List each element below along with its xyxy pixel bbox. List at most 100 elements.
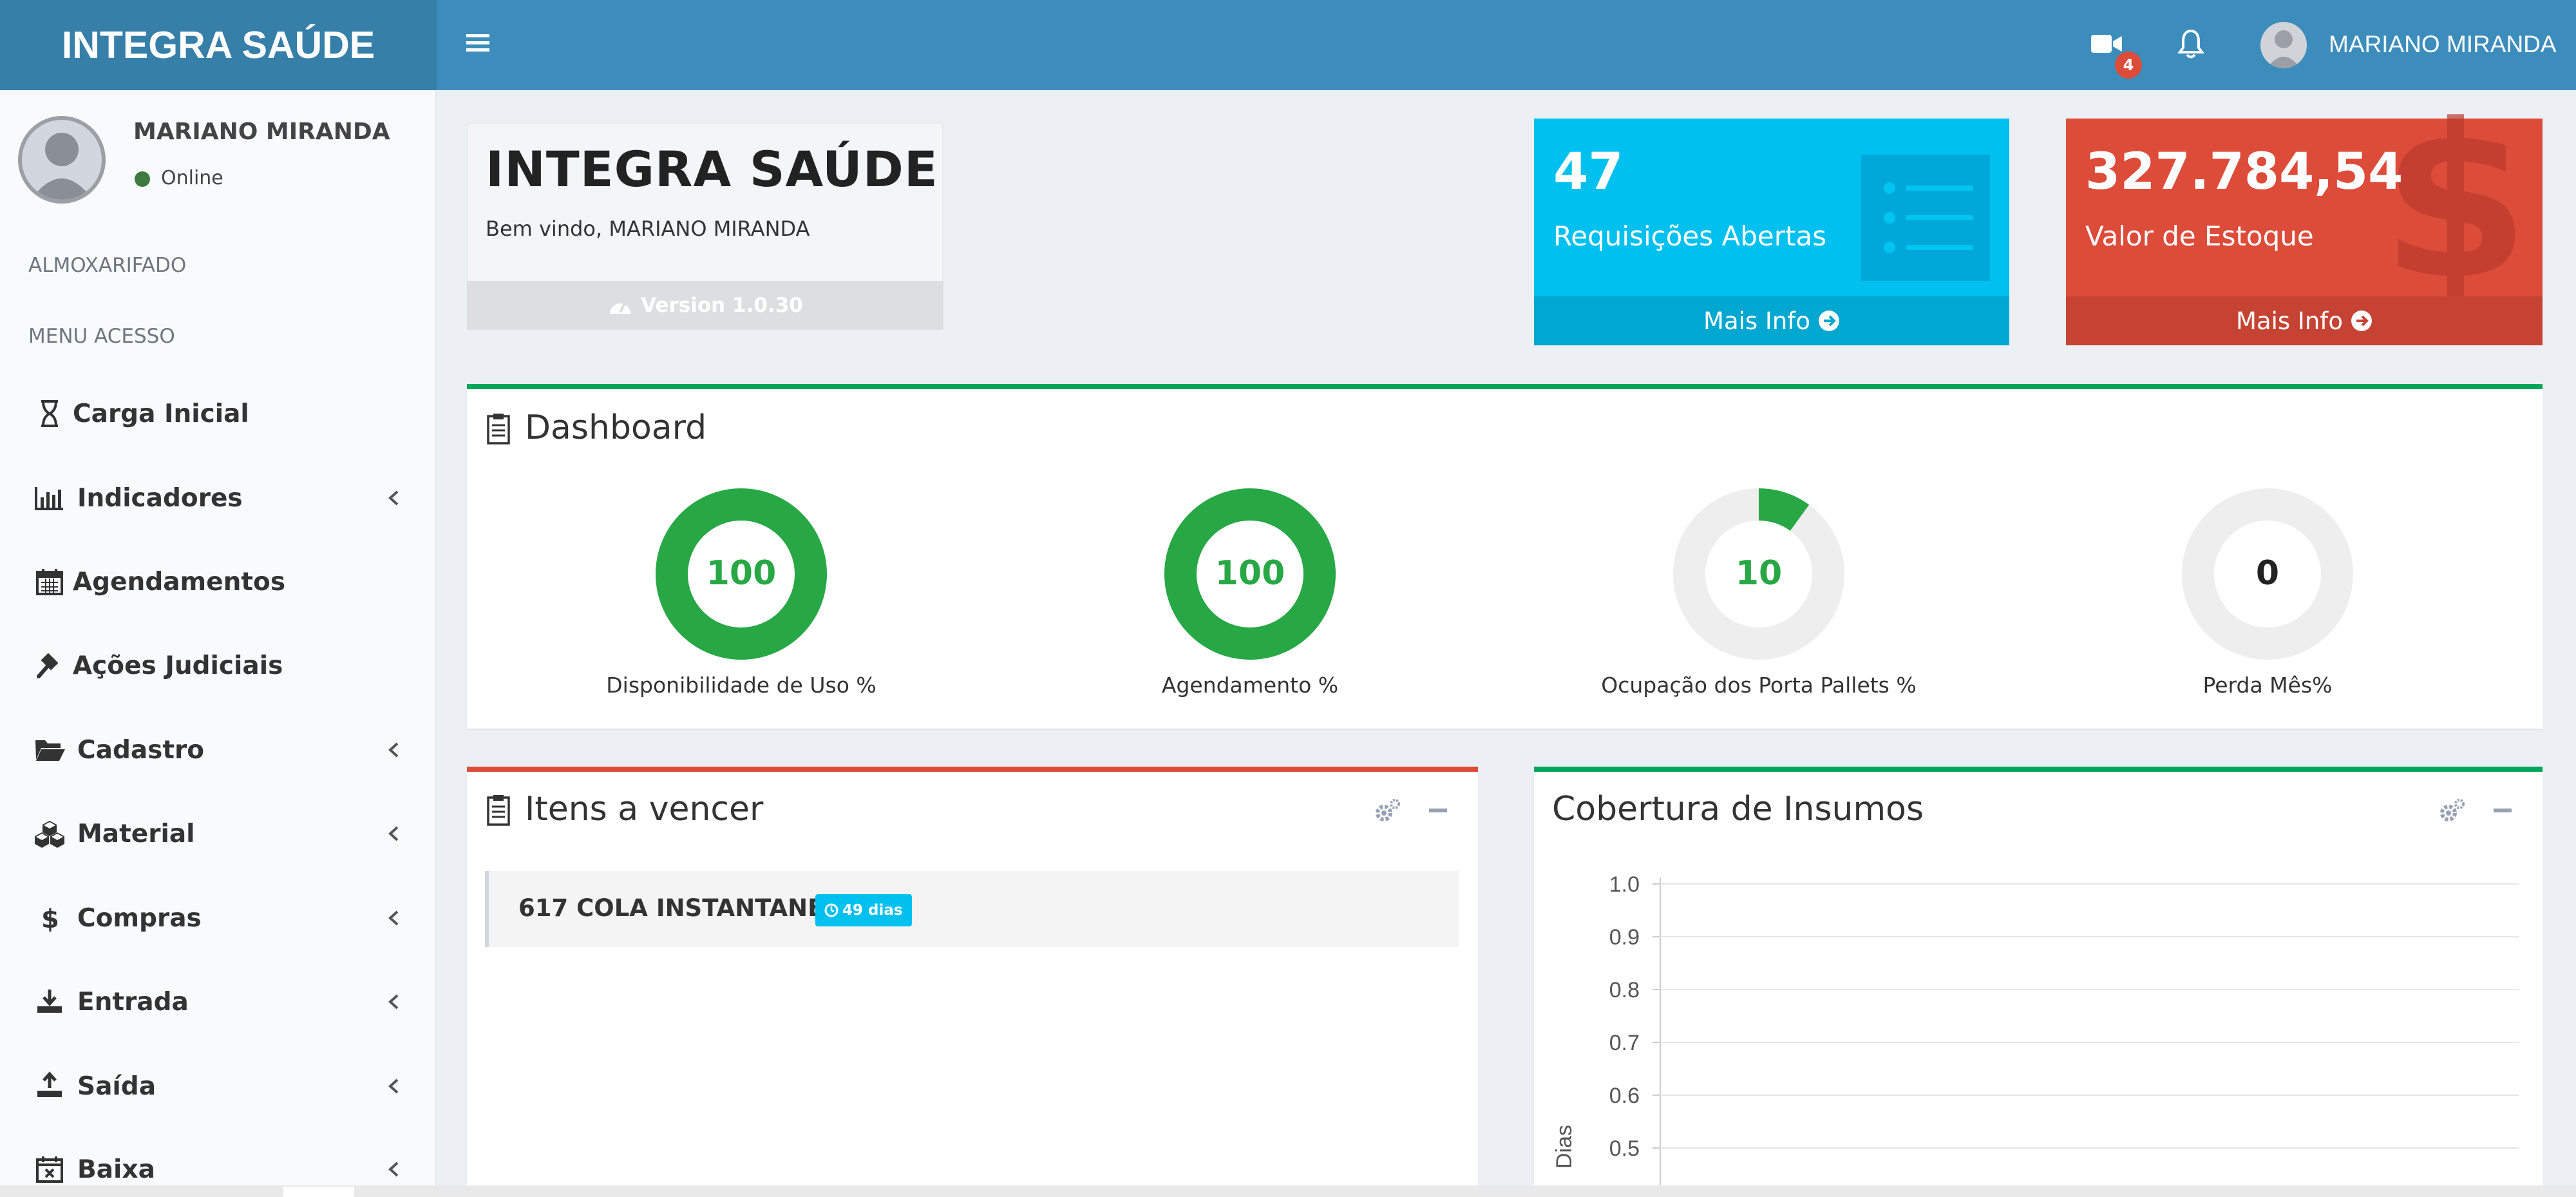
sidebar-item-indicadores[interactable]: Indicadores bbox=[0, 463, 435, 533]
dollar-icon: $ bbox=[33, 903, 66, 933]
gauge-label: Disponibilidade de Uso % bbox=[606, 673, 876, 698]
mais-info-text: Mais Info bbox=[1703, 307, 1810, 335]
itens-vencer-panel bbox=[467, 767, 1478, 1197]
cobertura-title: Cobertura de Insumos bbox=[1552, 790, 1924, 828]
y-tick-label: 0.7 bbox=[1609, 1031, 1640, 1055]
sidebar-avatar bbox=[18, 116, 106, 204]
clock-icon bbox=[824, 903, 838, 917]
sidebar-item-cadastro[interactable]: Cadastro bbox=[0, 714, 435, 785]
version-footer: Version 1.0.30 bbox=[467, 281, 943, 330]
clipboard-icon bbox=[486, 794, 511, 826]
clipboard-icon bbox=[486, 412, 511, 445]
sidebar-item-carga-inicial[interactable]: Carga Inicial bbox=[0, 378, 435, 449]
sidebar-item-agendamentos[interactable]: Agendamentos bbox=[0, 546, 435, 617]
info-box-valor-estoque: $ 327.784,54 Valor de Estoque Mais Info bbox=[2066, 103, 2543, 345]
gauge-label: Agendamento % bbox=[1161, 673, 1339, 698]
chevron-left-icon bbox=[385, 1075, 402, 1097]
folder-open-icon bbox=[33, 735, 66, 765]
bar-chart-icon bbox=[33, 483, 66, 513]
list-icon bbox=[1861, 155, 1990, 281]
gears-icon[interactable] bbox=[2438, 796, 2467, 825]
sidebar-item-label: Entrada bbox=[77, 987, 189, 1017]
y-axis-label: Dias bbox=[1552, 1125, 1577, 1169]
navbar-user-name[interactable]: MARIANO MIRANDA bbox=[2329, 31, 2557, 58]
horizontal-scrollbar[interactable] bbox=[0, 1185, 2576, 1197]
navbar-avatar[interactable] bbox=[2260, 22, 2307, 68]
gauge-value: 100 bbox=[706, 554, 777, 593]
scrollbar-thumb[interactable] bbox=[283, 1187, 354, 1197]
chevron-left-icon bbox=[385, 1158, 402, 1180]
item-name: 617 COLA INSTANTANEA bbox=[518, 894, 843, 922]
y-tick-label: 0.5 bbox=[1609, 1136, 1640, 1161]
gauge-value: 100 bbox=[1215, 554, 1285, 593]
dashboard-gauge-icon bbox=[607, 294, 633, 316]
online-status-text: Online bbox=[161, 167, 223, 189]
y-tick-label: 0.9 bbox=[1609, 925, 1640, 950]
brand-logo[interactable]: INTEGRA SAÚDE bbox=[0, 0, 437, 90]
gauge-value: 10 bbox=[1735, 554, 1783, 593]
welcome-title: INTEGRA SAÚDE bbox=[486, 140, 938, 198]
brand-text: INTEGRA SAÚDE bbox=[61, 24, 375, 66]
svg-text:$: $ bbox=[41, 905, 59, 933]
info-box-requisicoes: 47 Requisições Abertas Mais Info bbox=[1534, 119, 2009, 345]
sidebar-user-name: MARIANO MIRANDA bbox=[133, 119, 390, 145]
sidebar-section-almoxarifado: ALMOXARIFADO bbox=[28, 254, 187, 277]
expiry-badge: 49 dias bbox=[815, 894, 912, 926]
sidebar-item-label: Carga Inicial bbox=[73, 399, 249, 428]
info-box-label: Requisições Abertas bbox=[1553, 220, 1827, 252]
sidebar-item-label: Compras bbox=[77, 903, 202, 933]
chevron-left-icon bbox=[385, 991, 402, 1013]
video-notification-badge: 4 bbox=[2115, 52, 2142, 79]
gauge-value: 0 bbox=[2255, 554, 2280, 593]
sidebar-item-label: Saída bbox=[77, 1071, 156, 1101]
sidebar-item-label: Ações Judiciais bbox=[73, 651, 283, 680]
sidebar-item-material[interactable]: Material bbox=[0, 798, 435, 869]
expiry-badge-text: 49 dias bbox=[842, 902, 903, 919]
upload-icon bbox=[33, 1071, 66, 1101]
y-tick-label: 1.0 bbox=[1609, 872, 1640, 897]
mais-info-link[interactable]: Mais Info bbox=[2066, 296, 2543, 345]
mais-info-link[interactable]: Mais Info bbox=[1534, 296, 2009, 345]
welcome-subtitle: Bem vindo, MARIANO MIRANDA bbox=[486, 216, 810, 241]
version-text: Version 1.0.30 bbox=[641, 294, 803, 317]
sidebar-section-menu-acesso: MENU ACESSO bbox=[28, 325, 175, 348]
menu-toggle-icon[interactable] bbox=[465, 30, 491, 55]
cobertura-chart: 1.0 0.9 0.8 0.7 0.6 0.5 Dias bbox=[1520, 844, 2550, 1197]
arrow-circle-right-icon bbox=[1818, 310, 1840, 332]
hourglass-icon bbox=[33, 399, 66, 428]
chevron-left-icon bbox=[385, 907, 402, 929]
info-box-label: Valor de Estoque bbox=[2085, 220, 2314, 252]
minus-icon[interactable] bbox=[2488, 796, 2517, 825]
arrow-circle-right-icon bbox=[2351, 310, 2372, 332]
sidebar-item-saida[interactable]: Saída bbox=[0, 1051, 435, 1122]
cubes-icon bbox=[33, 819, 66, 848]
info-box-value: 327.784,54 bbox=[2085, 143, 2403, 201]
mais-info-text: Mais Info bbox=[2236, 307, 2343, 335]
chevron-left-icon bbox=[385, 487, 402, 509]
sidebar-item-acoes-judiciais[interactable]: Ações Judiciais bbox=[0, 630, 435, 701]
video-camera-icon[interactable] bbox=[2090, 28, 2123, 59]
calendar-x-icon bbox=[33, 1154, 66, 1184]
gauge-label: Perda Mês% bbox=[2202, 673, 2333, 698]
sidebar-item-entrada[interactable]: Entrada bbox=[0, 966, 435, 1037]
info-box-value: 47 bbox=[1553, 143, 1624, 201]
itens-vencer-title: Itens a vencer bbox=[525, 790, 764, 828]
sidebar-item-label: Indicadores bbox=[77, 483, 243, 513]
minus-icon[interactable] bbox=[1424, 796, 1452, 825]
gears-icon[interactable] bbox=[1374, 796, 1402, 825]
gauge-label: Ocupação dos Porta Pallets % bbox=[1601, 673, 1917, 698]
sidebar-item-label: Material bbox=[77, 819, 195, 848]
sidebar-item-label: Agendamentos bbox=[73, 567, 286, 597]
sidebar-item-compras[interactable]: $ Compras bbox=[0, 883, 435, 953]
cobertura-chart-svg: 1.0 0.9 0.8 0.7 0.6 0.5 Dias bbox=[1552, 872, 2519, 1197]
dashboard-title: Dashboard bbox=[525, 408, 707, 447]
bell-icon[interactable] bbox=[2177, 28, 2205, 61]
online-status-icon bbox=[135, 171, 150, 187]
y-tick-label: 0.6 bbox=[1609, 1084, 1640, 1108]
sidebar-item-label: Cadastro bbox=[77, 735, 205, 765]
calendar-icon bbox=[33, 567, 66, 597]
chevron-left-icon bbox=[385, 823, 402, 845]
y-tick-label: 0.8 bbox=[1609, 978, 1640, 1002]
chevron-left-icon bbox=[385, 739, 402, 761]
download-icon bbox=[33, 987, 66, 1017]
